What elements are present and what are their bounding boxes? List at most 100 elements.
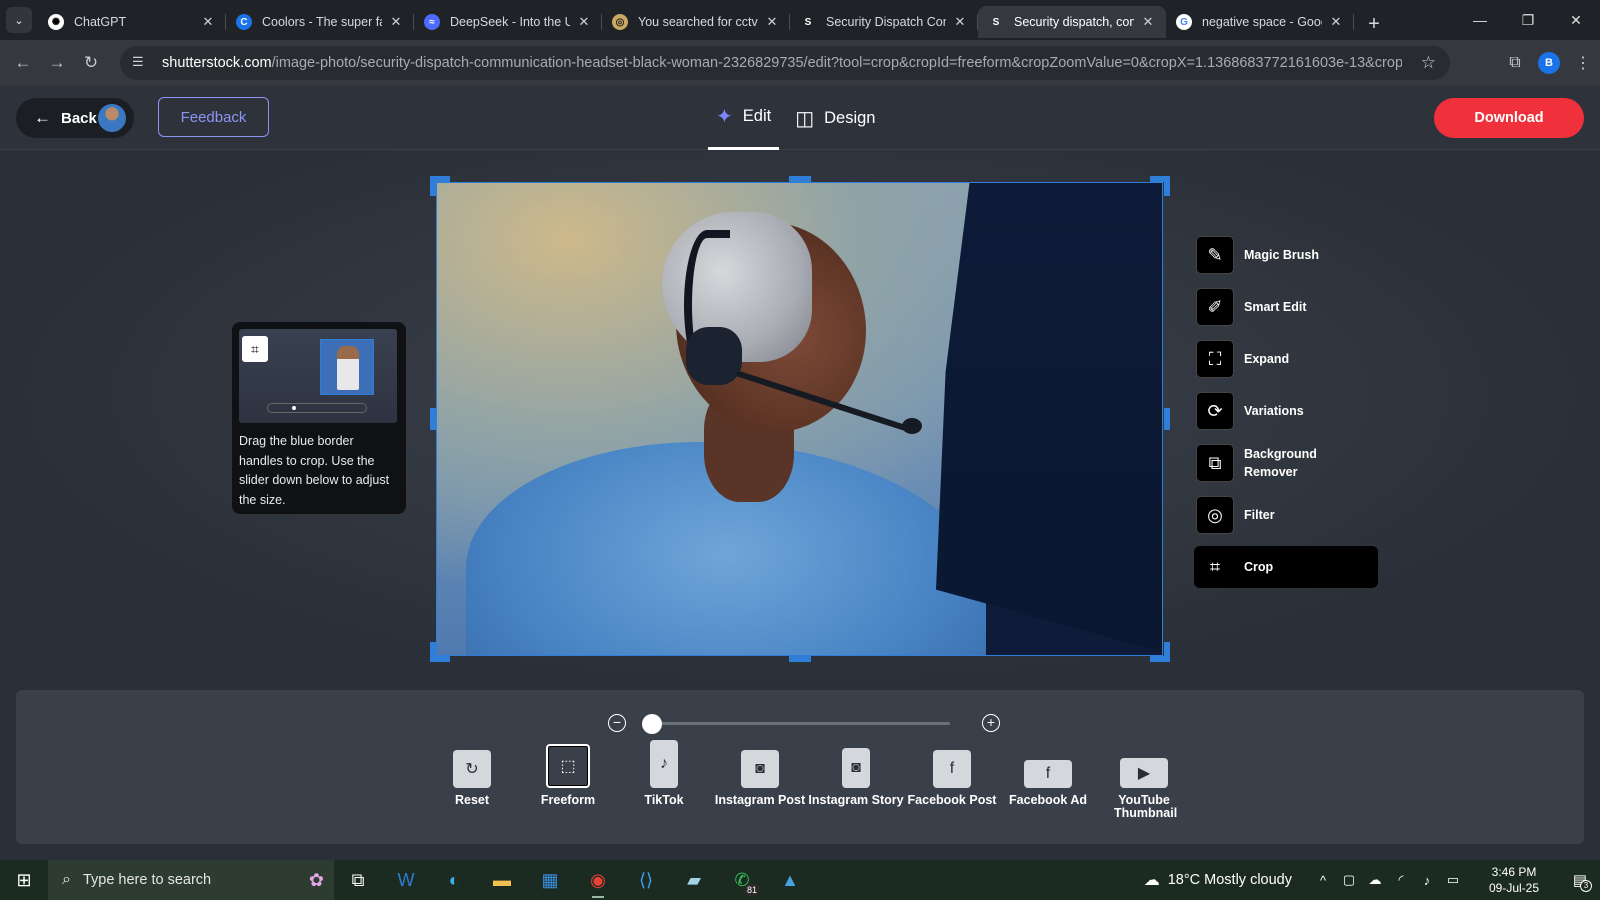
- close-tab-icon[interactable]: ✕: [952, 14, 968, 30]
- browser-tab[interactable]: ◎ You searched for cctv s ✕: [602, 6, 790, 38]
- tool-crop[interactable]: ⌗ Crop: [1194, 546, 1378, 588]
- bookmark-star-icon[interactable]: ☆: [1421, 53, 1436, 73]
- profile-avatar[interactable]: B: [1532, 46, 1566, 80]
- tool-label: Smart Edit: [1244, 300, 1307, 314]
- tool-variations[interactable]: ⟳ Variations: [1194, 390, 1378, 432]
- notification-count: 3: [1580, 880, 1592, 892]
- wifi-icon[interactable]: ◜: [1388, 872, 1414, 888]
- chrome-icon[interactable]: ◉: [574, 860, 622, 900]
- zoom-in-icon[interactable]: +: [982, 714, 1000, 732]
- vscode-icon[interactable]: ⟨⟩: [622, 860, 670, 900]
- meet-now-icon[interactable]: ▢: [1336, 872, 1362, 888]
- word-icon[interactable]: W: [382, 860, 430, 900]
- zoom-out-icon[interactable]: −: [608, 714, 626, 732]
- tab-edit-label: Edit: [742, 107, 772, 125]
- crop-handle-left[interactable]: [430, 408, 436, 430]
- forward-arrow-icon[interactable]: →: [40, 46, 74, 80]
- whatsapp-icon[interactable]: ✆ 81: [718, 860, 766, 900]
- edge-icon[interactable]: ◐: [430, 860, 478, 900]
- tool-background-remover[interactable]: ⧉ Background Remover: [1194, 442, 1378, 484]
- photo-canvas[interactable]: [436, 182, 1163, 656]
- tab-design[interactable]: ◫ Design: [787, 86, 883, 150]
- browser-tab[interactable]: S Security Dispatch Com ✕: [790, 6, 978, 38]
- close-tab-icon[interactable]: ✕: [388, 14, 404, 30]
- download-button[interactable]: Download: [1434, 98, 1584, 138]
- crop-tip-card: ⌗ Drag the blue border handles to crop. …: [232, 322, 406, 514]
- browser-tab[interactable]: ≈ DeepSeek - Into the U ✕: [414, 6, 602, 38]
- weather-widget[interactable]: ☁ 18°C Mostly cloudy: [1144, 870, 1292, 890]
- back-arrow-icon[interactable]: ←: [6, 46, 40, 80]
- task-view-icon[interactable]: ⧉: [334, 860, 382, 900]
- zoom-slider-thumb[interactable]: [642, 714, 662, 734]
- address-bar[interactable]: ☰ shutterstock.com/image-photo/security-…: [120, 46, 1450, 80]
- close-tab-icon[interactable]: ✕: [1140, 14, 1156, 30]
- crop-handle-top[interactable]: [789, 176, 811, 182]
- taskbar-search[interactable]: ⌕ Type here to search ✿: [48, 860, 334, 900]
- onedrive-icon[interactable]: ☁: [1362, 872, 1388, 888]
- reload-icon[interactable]: ↻: [74, 46, 108, 80]
- browser-tab[interactable]: ✺ ChatGPT ✕: [38, 6, 226, 38]
- battery-icon[interactable]: ▭: [1440, 872, 1466, 888]
- url-path: /image-photo/security-dispatch-communica…: [271, 55, 1402, 71]
- tool-filter[interactable]: ◎ Filter: [1194, 494, 1378, 536]
- windows-start-icon[interactable]: ⊞: [0, 860, 48, 900]
- zoom-slider-track[interactable]: [650, 722, 950, 725]
- extensions-icon[interactable]: ⧉: [1498, 46, 1532, 80]
- preset-youtube-thumbnail[interactable]: ▶ YouTube Thumbnail: [1096, 740, 1192, 820]
- store-icon[interactable]: ▦: [526, 860, 574, 900]
- preset-tiktok[interactable]: ♪ TikTok: [616, 740, 712, 820]
- preset-facebook-ad[interactable]: f Facebook Ad: [1000, 740, 1096, 820]
- crop-handle-top-left-v[interactable]: [430, 176, 436, 196]
- preset-facebook-post[interactable]: f Facebook Post: [904, 740, 1000, 820]
- tab-search-button[interactable]: ⌄: [6, 7, 32, 33]
- browser-tab[interactable]: S Security dispatch, com ✕: [978, 6, 1166, 38]
- close-window-icon[interactable]: ✕: [1552, 0, 1600, 40]
- menu-kebab-icon[interactable]: ⋮: [1566, 46, 1600, 80]
- browser-tab[interactable]: Gnegative space - Goog ✕: [1166, 6, 1354, 38]
- close-tab-icon[interactable]: ✕: [200, 14, 216, 30]
- minimize-icon[interactable]: —: [1456, 0, 1504, 40]
- preset-instagram-post[interactable]: ◙ Instagram Post: [712, 740, 808, 820]
- volume-icon[interactable]: ♪: [1414, 873, 1440, 888]
- site-settings-icon[interactable]: ☰: [132, 54, 150, 72]
- notes-icon[interactable]: ▰: [670, 860, 718, 900]
- close-tab-icon[interactable]: ✕: [576, 14, 592, 30]
- notification-icon[interactable]: ▤ 3: [1560, 860, 1600, 900]
- clock-time: 3:46 PM: [1491, 865, 1537, 879]
- tool-magic-brush[interactable]: ✎ Magic Brush: [1194, 234, 1378, 276]
- preset-label: YouTube Thumbnail: [1114, 793, 1178, 820]
- photos-icon[interactable]: ▲: [766, 860, 814, 900]
- new-tab-icon[interactable]: +: [1360, 10, 1388, 38]
- browser-tab[interactable]: C Coolors - The super fa ✕: [226, 6, 414, 38]
- crop-handle-bottom-left-v[interactable]: [430, 642, 436, 662]
- tool-label: Expand: [1244, 352, 1290, 366]
- deepseek-icon: ≈: [424, 14, 440, 30]
- preset-label: Instagram Story: [808, 793, 904, 807]
- close-tab-icon[interactable]: ✕: [764, 14, 780, 30]
- preset-freeform[interactable]: ⬚ Freeform: [520, 740, 616, 820]
- crop-handle-bottom[interactable]: [789, 656, 811, 662]
- preset-reset[interactable]: ↻ Reset: [424, 740, 520, 820]
- feedback-button[interactable]: Feedback: [158, 97, 269, 137]
- preset-instagram-story[interactable]: ◙ Instagram Story: [808, 740, 904, 820]
- crop-handle-top-right-v[interactable]: [1164, 176, 1170, 196]
- file-explorer-icon[interactable]: ▬: [478, 860, 526, 900]
- tab-title: DeepSeek - Into the U: [450, 15, 570, 29]
- tiktok-icon: ♪: [650, 740, 678, 788]
- restore-icon[interactable]: ❐: [1504, 0, 1552, 40]
- back-label: Back: [61, 109, 97, 127]
- chevron-up-icon[interactable]: ^: [1310, 873, 1336, 888]
- clock[interactable]: 3:46 PM 09-Jul-25: [1474, 864, 1554, 896]
- tool-expand[interactable]: ⛶ Expand: [1194, 338, 1378, 380]
- back-button[interactable]: ← Back: [16, 98, 134, 138]
- tab-edit[interactable]: ✦ Edit: [708, 86, 780, 150]
- window-controls: — ❐ ✕: [1456, 0, 1600, 40]
- whatsapp-badge: 81: [743, 884, 760, 896]
- crop-handle-bottom-right-v[interactable]: [1164, 642, 1170, 662]
- close-tab-icon[interactable]: ✕: [1328, 14, 1344, 30]
- photo-headset-mic: [902, 418, 922, 434]
- preset-label: Instagram Post: [714, 793, 806, 807]
- url-text[interactable]: shutterstock.com/image-photo/security-di…: [162, 55, 1402, 71]
- tool-smart-edit[interactable]: ✐ Smart Edit: [1194, 286, 1378, 328]
- crop-handle-right[interactable]: [1164, 408, 1170, 430]
